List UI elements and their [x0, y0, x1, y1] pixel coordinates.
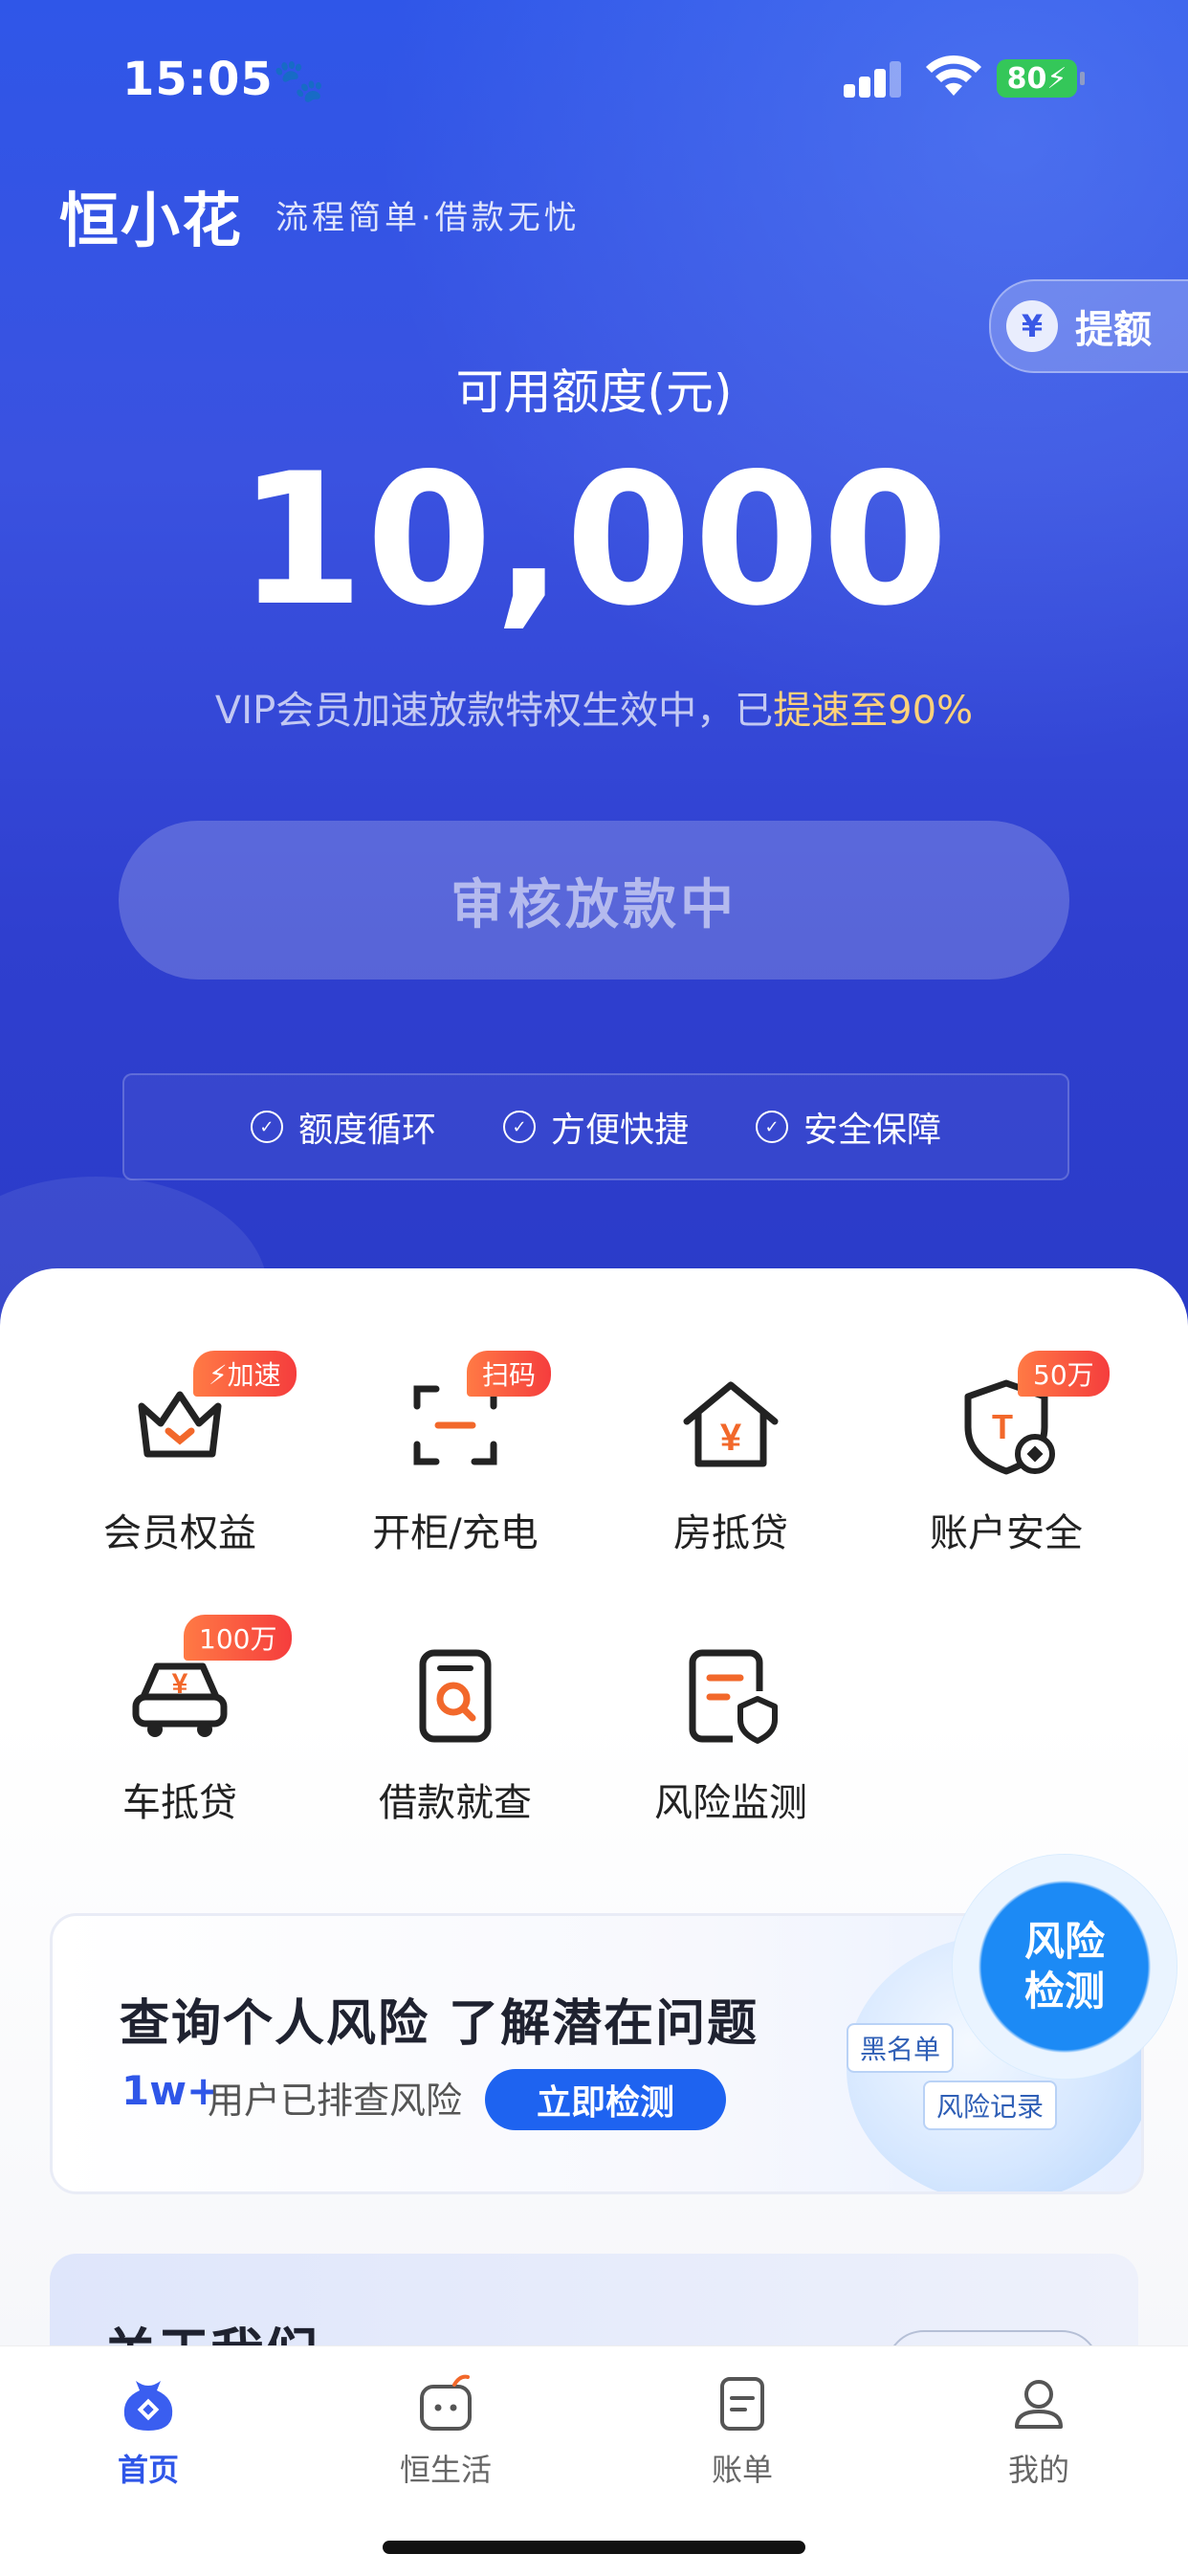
- feature-strip: ✓ 额度循环 ✓ 方便快捷 ✓ 安全保障: [122, 1073, 1069, 1180]
- profile-icon: [1015, 2380, 1063, 2429]
- banner-subtitle: 用户已排查风险: [208, 2080, 463, 2122]
- crown-icon: ⚡加速: [122, 1351, 297, 1483]
- service-car-loan[interactable]: ¥ 100万 车抵贷: [46, 1615, 314, 1827]
- promo-tag: 100万: [184, 1615, 293, 1661]
- risk-detect-float-button[interactable]: 风险 检测: [952, 1854, 1177, 2080]
- brand-slogan: 流程简单·借款无忧: [275, 199, 581, 237]
- tab-home[interactable]: 首页: [53, 2369, 244, 2490]
- vip-text: VIP会员加速放款特权生效中，已: [214, 689, 774, 733]
- check-circle-icon: ✓: [250, 1111, 283, 1143]
- brand-logo: 恒小花: [59, 188, 244, 254]
- paw-icon: 🐾: [273, 56, 325, 105]
- tab-life[interactable]: 恒生活: [350, 2369, 541, 2490]
- service-member-benefits[interactable]: ⚡加速 会员权益: [46, 1351, 314, 1557]
- vip-highlight: 提速至90%: [773, 689, 974, 733]
- shield-icon: T 50万: [949, 1351, 1110, 1483]
- promo-tag: 50万: [1018, 1351, 1110, 1397]
- feature-label: 额度循环: [297, 1111, 436, 1150]
- feature-item: ✓ 额度循环: [250, 1102, 436, 1152]
- credit-label: 可用额度(元): [455, 364, 733, 420]
- risk-document-icon: [673, 1638, 788, 1752]
- feature-item: ✓ 方便快捷: [502, 1102, 689, 1152]
- service-account-security[interactable]: T 50万 账户安全: [872, 1351, 1140, 1557]
- check-now-button[interactable]: 立即检测: [485, 2069, 726, 2130]
- tab-label: 首页: [117, 2452, 179, 2488]
- service-risk-monitor[interactable]: 风险监测: [597, 1638, 865, 1827]
- check-circle-icon: ✓: [502, 1111, 536, 1143]
- service-label: 风险监测: [654, 1781, 807, 1825]
- scan-icon: 扫码: [398, 1351, 552, 1483]
- risk-detect-label: 风险 检测: [1024, 1917, 1105, 2016]
- feature-item: ✓ 安全保障: [756, 1102, 941, 1152]
- status-time: 15:05: [122, 53, 274, 106]
- status-bar: 15:05 🐾 80 ⚡: [0, 0, 1188, 163]
- banner-title: 查询个人风险 了解潜在问题: [120, 1995, 759, 2053]
- car-yen-icon: ¥ 100万: [122, 1615, 293, 1752]
- service-label: 开柜/充电: [372, 1511, 539, 1555]
- life-icon: [420, 2374, 472, 2431]
- audit-status-button[interactable]: 审核放款中: [119, 821, 1069, 980]
- promo-tag: ⚡加速: [193, 1351, 297, 1397]
- raise-limit-label: 提额: [1075, 308, 1152, 352]
- signal-icon: [844, 59, 901, 98]
- service-label: 车抵贷: [122, 1781, 237, 1825]
- bill-icon: [720, 2377, 764, 2431]
- feature-label: 安全保障: [803, 1111, 942, 1150]
- tab-bill[interactable]: 账单: [647, 2369, 838, 2490]
- svg-text:T: T: [992, 1407, 1013, 1446]
- service-label: 房抵贷: [673, 1511, 788, 1555]
- service-label: 借款就查: [379, 1781, 532, 1825]
- risk-detect-line1: 风险: [1023, 1918, 1105, 1965]
- service-label: 账户安全: [930, 1511, 1083, 1555]
- banner-user-count: 1w+: [121, 2067, 221, 2114]
- promo-tag: 扫码: [467, 1351, 552, 1397]
- vip-notice: VIP会员加速放款特权生效中，已提速至90%: [0, 679, 1188, 735]
- battery-level: 80: [1006, 61, 1047, 96]
- tab-label: 恒生活: [399, 2452, 492, 2488]
- yen-coin-icon: ¥: [1006, 300, 1058, 352]
- tab-profile[interactable]: 我的: [943, 2369, 1134, 2490]
- svg-text:¥: ¥: [720, 1417, 742, 1459]
- battery-indicator: 80 ⚡: [997, 59, 1085, 98]
- wifi-icon: [926, 55, 981, 96]
- tab-label: 账单: [711, 2452, 773, 2488]
- tab-label: 我的: [1007, 2452, 1069, 2488]
- service-house-loan[interactable]: ¥ 房抵贷: [597, 1368, 865, 1557]
- svg-text:¥: ¥: [172, 1668, 188, 1700]
- service-locker-charging[interactable]: 扫码 开柜/充电: [321, 1351, 589, 1557]
- risk-record-chip: 风险记录: [923, 2081, 1058, 2130]
- house-yen-icon: ¥: [673, 1368, 788, 1483]
- feature-label: 方便快捷: [550, 1111, 689, 1150]
- home-bag-icon: [123, 2381, 173, 2431]
- home-indicator: [383, 2541, 805, 2554]
- service-label: 会员权益: [103, 1511, 256, 1555]
- check-circle-icon: ✓: [756, 1111, 788, 1143]
- blacklist-chip: 黑名单: [847, 2023, 955, 2073]
- service-loan-check[interactable]: 借款就查: [321, 1638, 589, 1827]
- risk-detect-line2: 检测: [1023, 1968, 1105, 2015]
- credit-amount: 10,000: [237, 434, 951, 646]
- search-document-icon: [398, 1638, 513, 1752]
